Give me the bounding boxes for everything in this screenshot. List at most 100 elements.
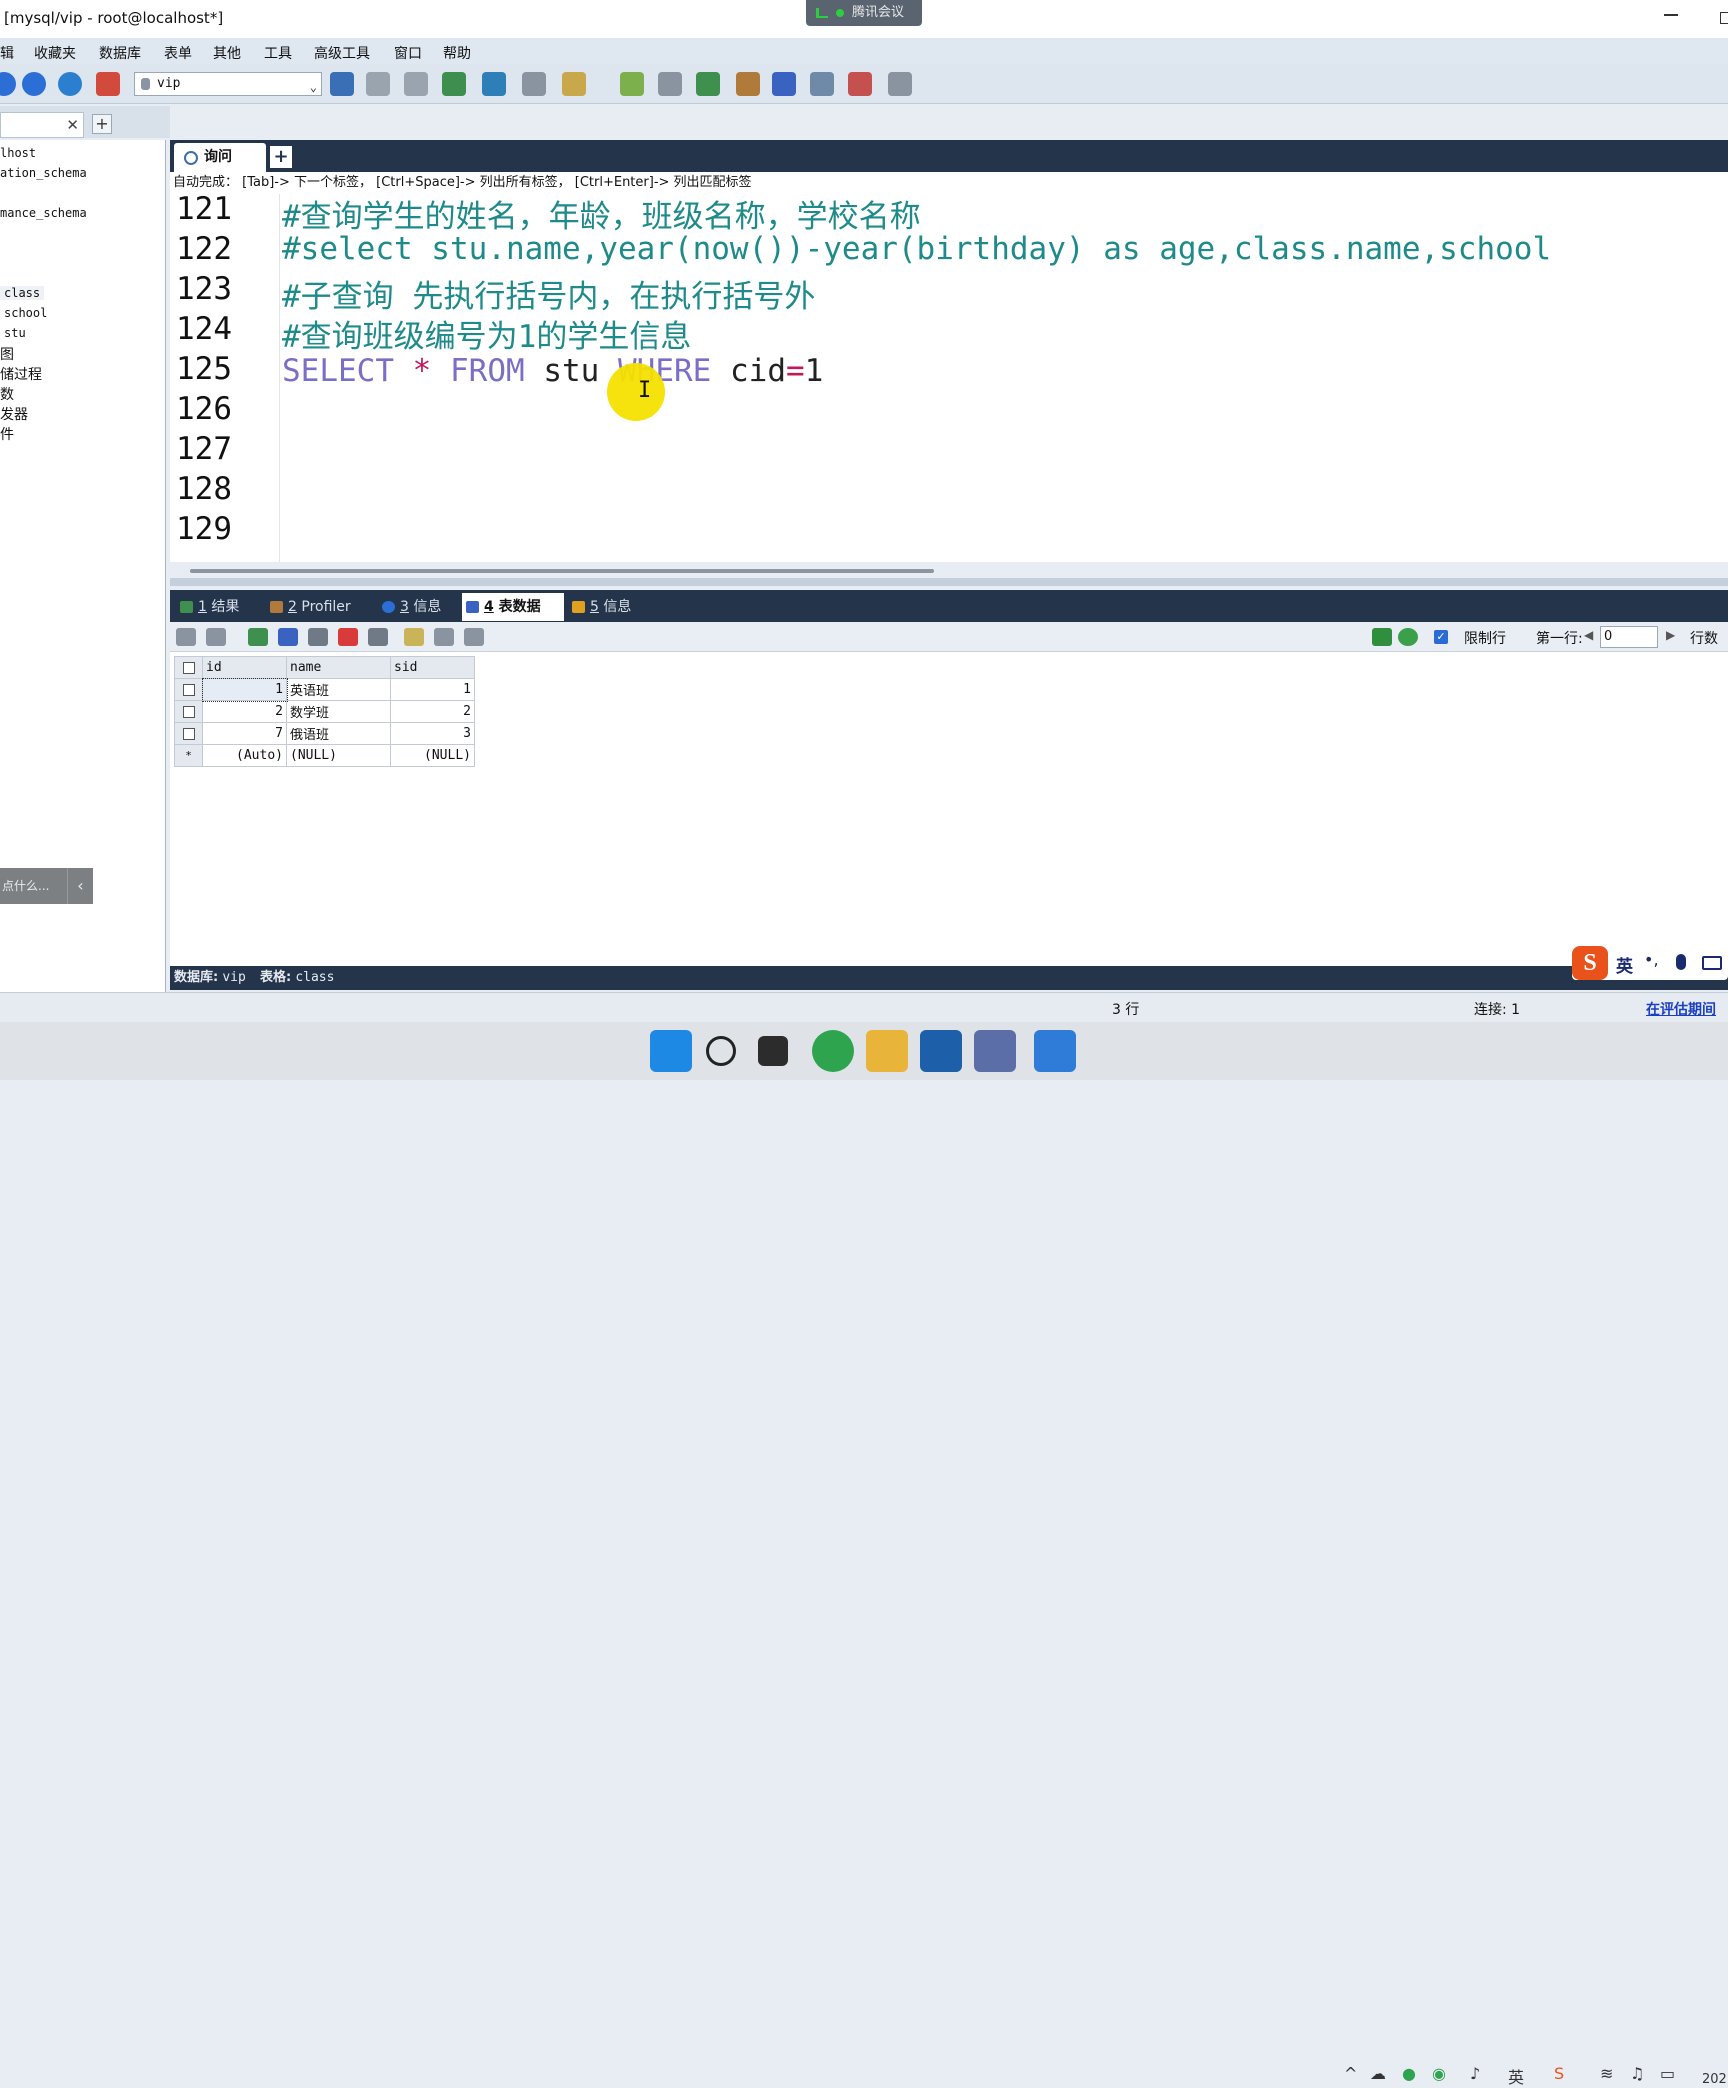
ime-language[interactable]: 英 xyxy=(1616,952,1633,977)
sqlyog-app-icon[interactable] xyxy=(974,1030,1016,1072)
tencent-meeting-icon[interactable] xyxy=(1034,1030,1076,1072)
tree-item-events[interactable]: 件 xyxy=(0,424,14,444)
cell-name[interactable]: 俄语班 xyxy=(286,722,391,745)
editor-horizontal-scrollbar[interactable] xyxy=(190,569,934,573)
punctuation-icon[interactable]: •, xyxy=(1644,950,1659,969)
add-connection-button[interactable]: + xyxy=(92,114,112,134)
row-checkbox[interactable] xyxy=(182,683,195,696)
cell-id[interactable]: 1 xyxy=(201,677,288,702)
delete-row-icon[interactable] xyxy=(338,628,358,646)
cell-sid[interactable]: 2 xyxy=(390,700,475,723)
tab-info[interactable]: 3 信息 xyxy=(378,593,464,621)
store-icon[interactable] xyxy=(920,1030,962,1072)
cell-name[interactable]: 数学班 xyxy=(286,700,391,723)
connection-manage-icon[interactable] xyxy=(96,72,120,96)
cell-id[interactable]: 7 xyxy=(202,722,287,745)
select-all-cell[interactable] xyxy=(174,656,203,679)
search-icon[interactable] xyxy=(706,1036,736,1066)
user-manager-icon[interactable] xyxy=(330,72,354,96)
cancel-changes-icon[interactable] xyxy=(308,628,328,646)
prev-page-icon[interactable]: ◀ xyxy=(1584,628,1593,642)
tree-item-information-schema[interactable]: ation_schema xyxy=(0,166,87,180)
tree-item-class[interactable]: class xyxy=(0,286,45,300)
duplicate-row-icon[interactable] xyxy=(248,628,268,646)
row-select-cell[interactable] xyxy=(174,700,203,723)
query-builder-icon[interactable] xyxy=(810,72,834,96)
grid-view-icon[interactable] xyxy=(404,628,424,646)
filter-icon[interactable] xyxy=(1372,628,1392,646)
execute-all-icon[interactable] xyxy=(22,72,46,96)
start-icon[interactable] xyxy=(650,1030,692,1072)
keyboard-icon[interactable] xyxy=(1702,956,1722,970)
scheduler-icon[interactable] xyxy=(772,72,796,96)
maximize-icon[interactable] xyxy=(1720,12,1728,24)
close-icon[interactable]: ✕ xyxy=(66,116,79,134)
cell-sid[interactable]: 1 xyxy=(390,678,475,701)
tab-result[interactable]: 1 结果 xyxy=(176,593,262,621)
execute-icon[interactable] xyxy=(0,72,16,96)
visual-designer-icon[interactable] xyxy=(888,72,912,96)
insert-row-icon[interactable] xyxy=(176,628,196,646)
pane-splitter[interactable] xyxy=(170,578,1728,586)
microphone-icon[interactable] xyxy=(1676,954,1686,970)
column-header-sid[interactable]: sid xyxy=(390,656,475,679)
tab-profiler[interactable]: 2 Profiler xyxy=(266,593,366,621)
task-view-icon[interactable] xyxy=(758,1036,788,1066)
battery-icon[interactable]: ▭ xyxy=(1660,2064,1675,2083)
onedrive-icon[interactable]: ☁ xyxy=(1370,2064,1386,2083)
menu-window[interactable]: 窗口 xyxy=(394,43,422,63)
tree-item-functions[interactable]: 数 xyxy=(0,384,14,404)
insert-menu-icon[interactable] xyxy=(206,628,226,646)
menu-tools[interactable]: 工具 xyxy=(264,43,292,63)
cell-id[interactable]: 2 xyxy=(202,700,287,723)
menu-table[interactable]: 表单 xyxy=(164,43,192,63)
text-view-icon[interactable] xyxy=(464,628,484,646)
refresh-icon[interactable] xyxy=(1398,628,1418,646)
ime-toolbar[interactable]: S 英 •, xyxy=(1572,946,1728,980)
table-row[interactable]: 7 俄语班 3 xyxy=(174,722,475,745)
connection-tab[interactable]: ✕ xyxy=(0,112,84,138)
tree-item-host[interactable]: lhost xyxy=(0,146,36,160)
job-icon[interactable] xyxy=(736,72,760,96)
form-view-icon[interactable] xyxy=(434,628,454,646)
wechat-icon[interactable]: ● xyxy=(1402,2064,1416,2083)
microphone-tray-icon[interactable]: ♪ xyxy=(1470,2064,1480,2083)
new-row[interactable]: * (Auto) (NULL) (NULL) xyxy=(174,744,475,767)
sogou-tray-icon[interactable]: S xyxy=(1554,2064,1564,2083)
row-select-cell[interactable] xyxy=(174,722,203,745)
tree-item-procedures[interactable]: 储过程 xyxy=(0,364,42,384)
column-header-name[interactable]: name xyxy=(286,656,391,679)
cell-id[interactable]: (Auto) xyxy=(202,744,287,767)
table-schema-icon[interactable] xyxy=(522,72,546,96)
export-icon[interactable] xyxy=(482,72,506,96)
menu-edit[interactable]: 辑 xyxy=(0,43,14,63)
backup-icon[interactable] xyxy=(366,72,390,96)
tab-query[interactable]: 询问 xyxy=(174,143,266,172)
menu-database[interactable]: 数据库 xyxy=(99,43,141,63)
database-select[interactable]: vip ⌄ xyxy=(134,72,322,96)
tree-item-stu[interactable]: stu xyxy=(0,326,26,340)
restore-icon[interactable] xyxy=(404,72,428,96)
row-checkbox[interactable] xyxy=(182,705,195,718)
add-query-tab-button[interactable]: + xyxy=(270,146,292,168)
file-explorer-icon[interactable] xyxy=(866,1030,908,1072)
ime-tray-icon[interactable]: 英 xyxy=(1508,2064,1524,2088)
tab-table-data[interactable]: 4 表数据 xyxy=(462,593,564,621)
select-all-checkbox[interactable] xyxy=(182,661,195,674)
minimize-icon[interactable] xyxy=(1664,14,1678,16)
tab-history[interactable]: 5 信息 xyxy=(568,593,650,621)
sync-tray-icon[interactable]: ◉ xyxy=(1432,2064,1446,2083)
menu-help[interactable]: 帮助 xyxy=(443,43,471,63)
column-header-id[interactable]: id xyxy=(202,656,287,679)
chevron-left-icon[interactable]: ‹ xyxy=(67,868,93,904)
schema-sync-icon[interactable] xyxy=(658,72,682,96)
evaluation-link[interactable]: 在评估期间 xyxy=(1646,999,1716,1019)
meeting-indicator[interactable]: 腾讯会议 xyxy=(806,0,922,26)
import-icon[interactable] xyxy=(442,72,466,96)
tree-item-triggers[interactable]: 发器 xyxy=(0,404,28,424)
refresh-icon[interactable] xyxy=(58,72,82,96)
delete-all-icon[interactable] xyxy=(368,628,388,646)
menu-favorites[interactable]: 收藏夹 xyxy=(34,43,76,63)
tree-item-performance-schema[interactable]: mance_schema xyxy=(0,206,87,220)
menu-other[interactable]: 其他 xyxy=(213,43,241,63)
